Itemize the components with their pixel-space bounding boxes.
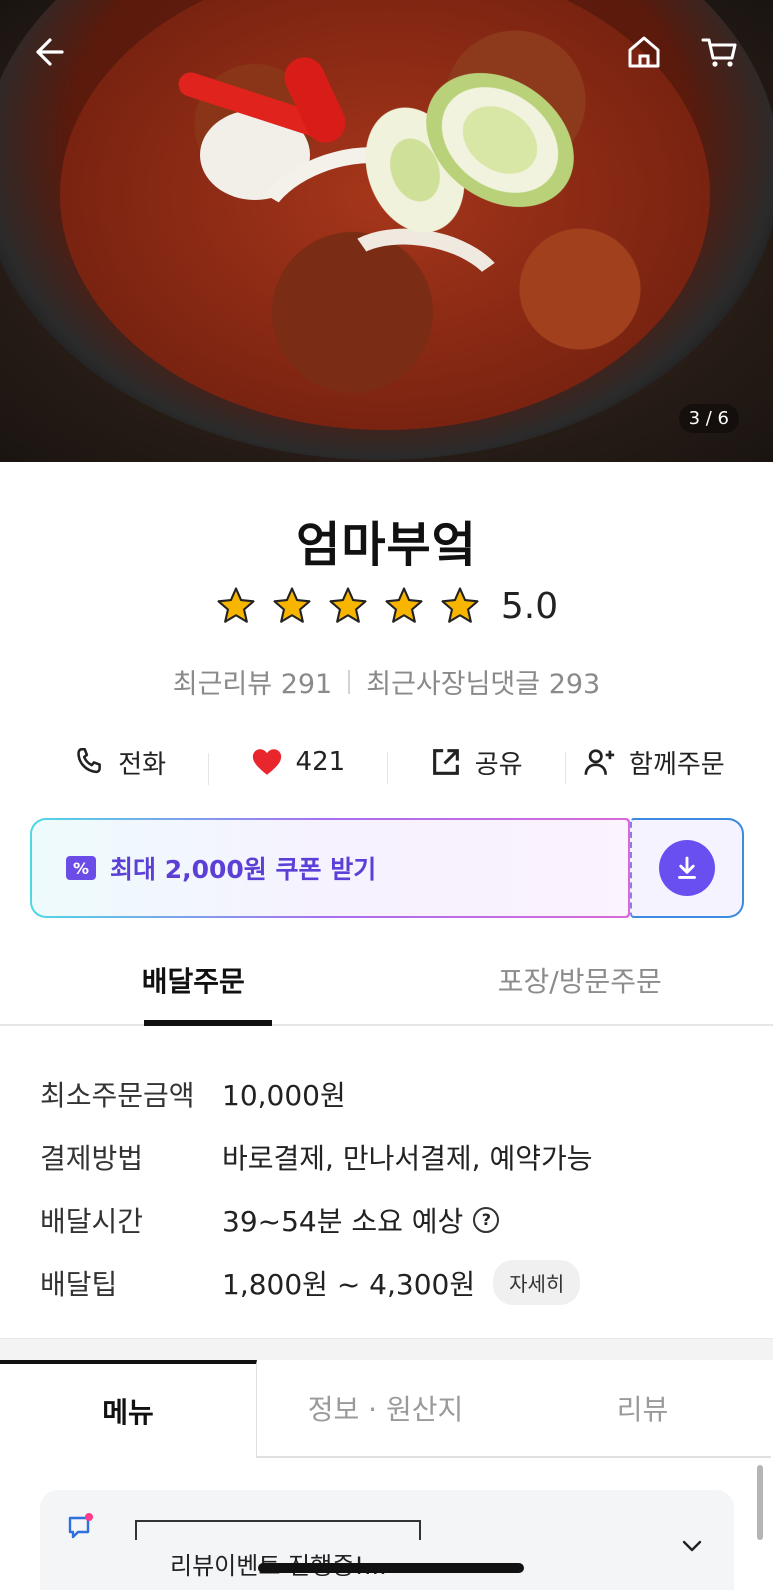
cart-icon[interactable]: [698, 30, 742, 74]
recent-reviews-count[interactable]: 최근리뷰 291: [173, 662, 332, 701]
add-person-icon: [584, 749, 615, 775]
review-event-card[interactable]: 리뷰이벤트 진행중!...: [40, 1490, 734, 1590]
star-icon: [273, 587, 311, 623]
help-icon[interactable]: ?: [473, 1206, 500, 1233]
coupon-icon: %: [66, 856, 96, 880]
share-button[interactable]: 공유: [386, 744, 565, 784]
star-icon: [385, 587, 423, 623]
info-row-delivery-time: 배달시간 39~54분 소요 예상 ?: [40, 1188, 740, 1251]
info-label: 배달시간: [40, 1204, 144, 1238]
star-icon: [217, 587, 255, 623]
like-count: 421: [295, 747, 346, 777]
chevron-down-icon[interactable]: [678, 1532, 706, 1560]
back-arrow-icon[interactable]: [26, 30, 70, 74]
review-summary[interactable]: 최근리뷰 291 최근사장님댓글 293: [0, 662, 773, 701]
divider: [348, 669, 351, 694]
info-row-delivery-tip: 배달팁 1,800원 ~ 4,300원 자세히: [40, 1251, 740, 1314]
info-label: 결제방법: [40, 1141, 144, 1175]
rating-row: 5.0: [0, 585, 773, 627]
star-icon: [329, 587, 367, 623]
coupon-download-area[interactable]: [630, 818, 744, 918]
info-label: 최소주문금액: [40, 1078, 195, 1112]
share-label: 공유: [474, 749, 523, 780]
delivery-info: 최소주문금액 10,000원 결제방법 바로결제, 만나서결제, 예약가능 배달…: [40, 1062, 740, 1314]
group-order-label: 함께주문: [629, 749, 725, 780]
tab-pickup-order[interactable]: 포장/방문주문: [387, 950, 773, 1024]
info-value: 1,800원 ~ 4,300원: [222, 1267, 476, 1301]
notice-icon: [68, 1513, 93, 1539]
like-button[interactable]: 421: [208, 745, 386, 785]
scrollbar[interactable]: [757, 1465, 763, 1540]
tab-delivery-order[interactable]: 배달주문: [0, 950, 387, 1026]
delivery-tip-detail-button[interactable]: 자세히: [493, 1260, 581, 1305]
info-value: 39~54분 소요 예상: [222, 1204, 464, 1238]
event-box-outline: [135, 1520, 421, 1540]
store-name: 엄마부엌: [296, 517, 477, 573]
image-counter: 3 / 6: [678, 404, 739, 433]
coupon-download-button[interactable]: [659, 840, 715, 896]
info-row-min-order: 최소주문금액 10,000원: [40, 1062, 740, 1125]
heart-icon: [252, 749, 281, 775]
info-value-wrapper: 39~54분 소요 예상 ?: [222, 1200, 500, 1240]
call-button[interactable]: 전화: [30, 744, 208, 781]
group-order-button[interactable]: 함께주문: [564, 744, 743, 784]
tab-menu[interactable]: 메뉴: [0, 1360, 257, 1458]
star-icon: [441, 587, 479, 623]
share-icon: [432, 749, 459, 775]
owner-replies-count[interactable]: 최근사장님댓글 293: [366, 662, 600, 701]
call-label: 전화: [118, 749, 167, 780]
order-type-tabs: 배달주문 포장/방문주문: [0, 950, 773, 1026]
section-divider: [0, 1338, 773, 1360]
info-value: 10,000원: [222, 1078, 346, 1112]
store-hero-image[interactable]: 3 / 6: [0, 0, 773, 462]
tab-reviews[interactable]: 리뷰: [514, 1360, 771, 1458]
tab-info-origin[interactable]: 정보 · 원산지: [257, 1360, 514, 1458]
home-indicator[interactable]: [258, 1563, 524, 1573]
coupon-label-area[interactable]: % 최대 2,000원 쿠폰 받기: [30, 818, 630, 918]
content-tabs: 메뉴 정보 · 원산지 리뷰: [0, 1360, 773, 1458]
coupon-banner[interactable]: % 최대 2,000원 쿠폰 받기: [30, 818, 744, 918]
phone-icon: [77, 747, 102, 774]
info-row-payment: 결제방법 바로결제, 만나서결제, 예약가능: [40, 1125, 740, 1188]
rating-value: 5.0: [500, 585, 559, 627]
info-value: 바로결제, 만나서결제, 예약가능: [222, 1141, 593, 1175]
info-value-wrapper: 1,800원 ~ 4,300원 자세히: [222, 1260, 581, 1305]
store-action-bar: 전화 421 공유 함께주문: [30, 738, 743, 786]
home-icon[interactable]: [622, 30, 666, 74]
download-icon: [678, 856, 696, 879]
info-label: 배달팁: [40, 1267, 118, 1301]
coupon-label: 최대 2,000원 쿠폰 받기: [110, 855, 377, 884]
